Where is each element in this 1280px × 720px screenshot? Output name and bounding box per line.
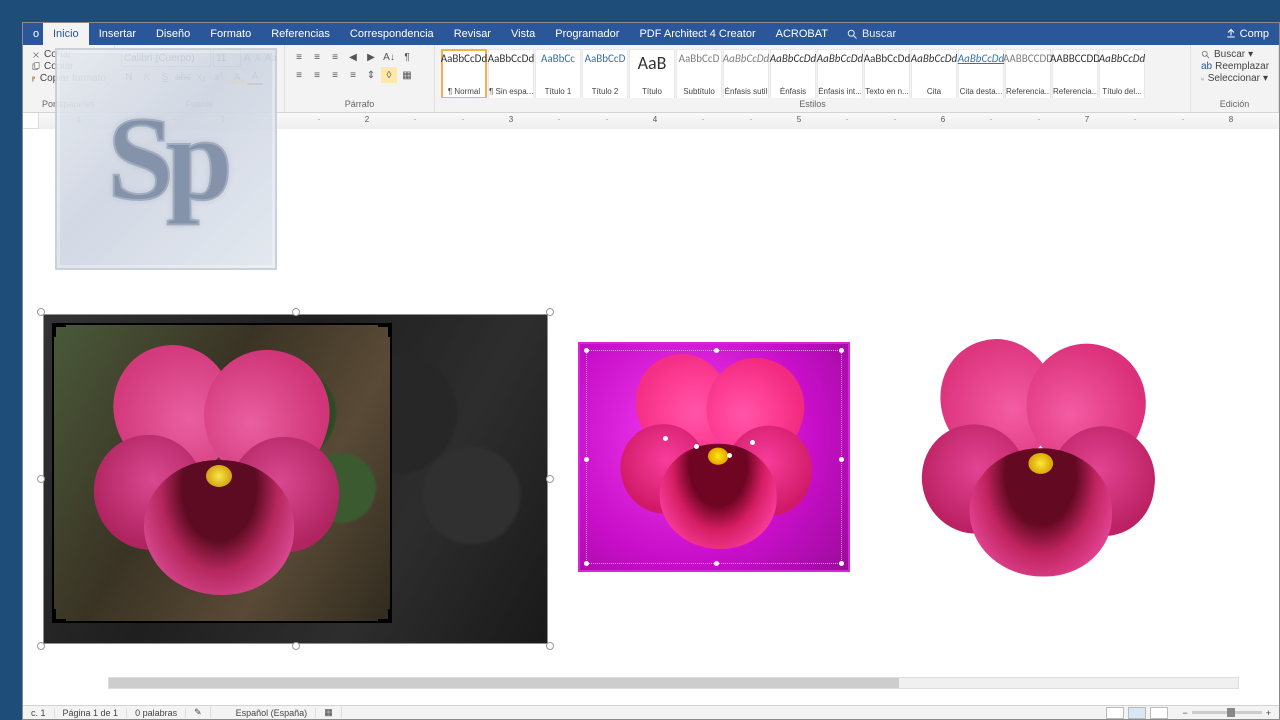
tab-acrobat[interactable]: ACROBAT — [766, 23, 838, 45]
bullets-button[interactable]: ≡ — [291, 49, 307, 65]
style-cita[interactable]: AaBbCcDdCita — [911, 49, 957, 98]
borders-button[interactable]: ▦ — [399, 67, 415, 83]
status-bar: c. 1 Página 1 de 1 0 palabras ✎ Español … — [23, 705, 1279, 719]
ribbon-tabs: o InicioInsertarDiseñoFormatoReferencias… — [23, 23, 1279, 45]
word-count[interactable]: 0 palabras — [127, 708, 186, 718]
zoom-out-icon[interactable]: − — [1182, 708, 1187, 718]
tab-referencias[interactable]: Referencias — [261, 23, 340, 45]
sort-button[interactable]: A↓ — [381, 49, 397, 65]
align-right-button[interactable]: ≡ — [327, 67, 343, 83]
tab-revisar[interactable]: Revisar — [444, 23, 501, 45]
style-t-tulo-2[interactable]: AaBbCcDTítulo 2 — [582, 49, 628, 98]
file-tab[interactable]: o — [23, 23, 43, 45]
tell-me-label: Buscar — [862, 28, 896, 40]
style-t-tulo-1[interactable]: AaBbCcTítulo 1 — [535, 49, 581, 98]
macro-icon[interactable]: ▦ — [316, 707, 342, 718]
align-center-button[interactable]: ≡ — [309, 67, 325, 83]
tab-diseño[interactable]: Diseño — [146, 23, 200, 45]
zoom-control[interactable]: − + — [1174, 708, 1279, 718]
image-1-cropping[interactable] — [43, 314, 548, 644]
justify-button[interactable]: ≡ — [345, 67, 361, 83]
print-layout-icon[interactable] — [1128, 707, 1146, 719]
horizontal-scrollbar[interactable] — [108, 677, 1239, 689]
tab-selector[interactable] — [23, 113, 39, 129]
style-t-tulo-del-[interactable]: AaBbCcDdTítulo del... — [1099, 49, 1145, 98]
style--normal[interactable]: AaBbCcDd¶ Normal — [441, 49, 487, 98]
tab-insertar[interactable]: Insertar — [89, 23, 146, 45]
tell-me[interactable]: Buscar — [846, 28, 896, 40]
image-3-transparent[interactable] — [893, 339, 1193, 589]
style--nfasis-int-[interactable]: AaBbCcDdÉnfasis int... — [817, 49, 863, 98]
dedent-button[interactable]: ◀ — [345, 49, 361, 65]
tab-vista[interactable]: Vista — [501, 23, 545, 45]
style-referencia-[interactable]: AABBCCDDReferencia... — [1005, 49, 1051, 98]
select-button[interactable]: Seleccionar ▾ — [1201, 73, 1268, 84]
group-editing: Buscar ▾ abReemplazar Seleccionar ▾ Edic… — [1191, 45, 1279, 112]
style-texto-en-n-[interactable]: AaBbCcDdTexto en n... — [864, 49, 910, 98]
marquee-selection — [586, 350, 842, 564]
tab-inicio[interactable]: Inicio — [43, 23, 89, 45]
spell-check-icon[interactable]: ✎ — [186, 707, 211, 718]
style--sin-espa-[interactable]: AaBbCcDd¶ Sin espa... — [488, 49, 534, 98]
multilevel-button[interactable]: ≡ — [327, 49, 343, 65]
group-paragraph: ≡ ≡ ≡ ◀ ▶ A↓ ¶ ≡ ≡ ≡ ≡ ⇕ ◊ ▦ P — [285, 45, 435, 112]
numbering-button[interactable]: ≡ — [309, 49, 325, 65]
tab-programador[interactable]: Programador — [545, 23, 629, 45]
line-spacing-button[interactable]: ⇕ — [363, 67, 379, 83]
style-subt-tulo[interactable]: AaBbCcDSubtítulo — [676, 49, 722, 98]
share-button[interactable]: Comp — [1215, 28, 1279, 40]
show-marks-button[interactable]: ¶ — [399, 49, 415, 65]
style--nfasis[interactable]: AaBbCcDdÉnfasis — [770, 49, 816, 98]
language-indicator[interactable]: Español (España) — [228, 708, 317, 718]
selection-handles[interactable] — [42, 313, 549, 645]
tab-correspondencia[interactable]: Correspondencia — [340, 23, 444, 45]
shading-button[interactable]: ◊ — [381, 67, 397, 83]
indent-button[interactable]: ▶ — [363, 49, 379, 65]
view-switcher[interactable] — [1100, 707, 1174, 719]
find-button[interactable]: Buscar ▾ — [1201, 49, 1268, 60]
style-referencia-[interactable]: AABBCCDDReferencia... — [1052, 49, 1098, 98]
style-t-tulo[interactable]: AaBTítulo — [629, 49, 675, 98]
tab-pdf-architect-4-creator[interactable]: PDF Architect 4 Creator — [629, 23, 765, 45]
image-2-recolored[interactable] — [578, 342, 850, 572]
section-indicator[interactable]: c. 1 — [23, 708, 55, 718]
style-cita-desta-[interactable]: AaBbCcDdCita desta... — [958, 49, 1004, 98]
web-layout-icon[interactable] — [1150, 707, 1168, 719]
style--nfasis-sutil[interactable]: AaBbCcDdÉnfasis sutil — [723, 49, 769, 98]
tab-formato[interactable]: Formato — [200, 23, 261, 45]
group-label: Estilos — [439, 98, 1186, 110]
group-styles: AaBbCcDd¶ NormalAaBbCcDd¶ Sin espa...AaB… — [435, 45, 1191, 112]
share-label: Comp — [1240, 28, 1269, 40]
page-indicator[interactable]: Página 1 de 1 — [55, 708, 128, 718]
group-label: Edición — [1195, 98, 1274, 110]
group-label: Párrafo — [289, 98, 430, 110]
replace-button[interactable]: abReemplazar — [1201, 61, 1268, 72]
watermark-logo: Sp — [55, 48, 277, 270]
zoom-in-icon[interactable]: + — [1266, 708, 1271, 718]
read-mode-icon[interactable] — [1106, 707, 1124, 719]
align-left-button[interactable]: ≡ — [291, 67, 307, 83]
watermark-text: Sp — [107, 90, 224, 228]
